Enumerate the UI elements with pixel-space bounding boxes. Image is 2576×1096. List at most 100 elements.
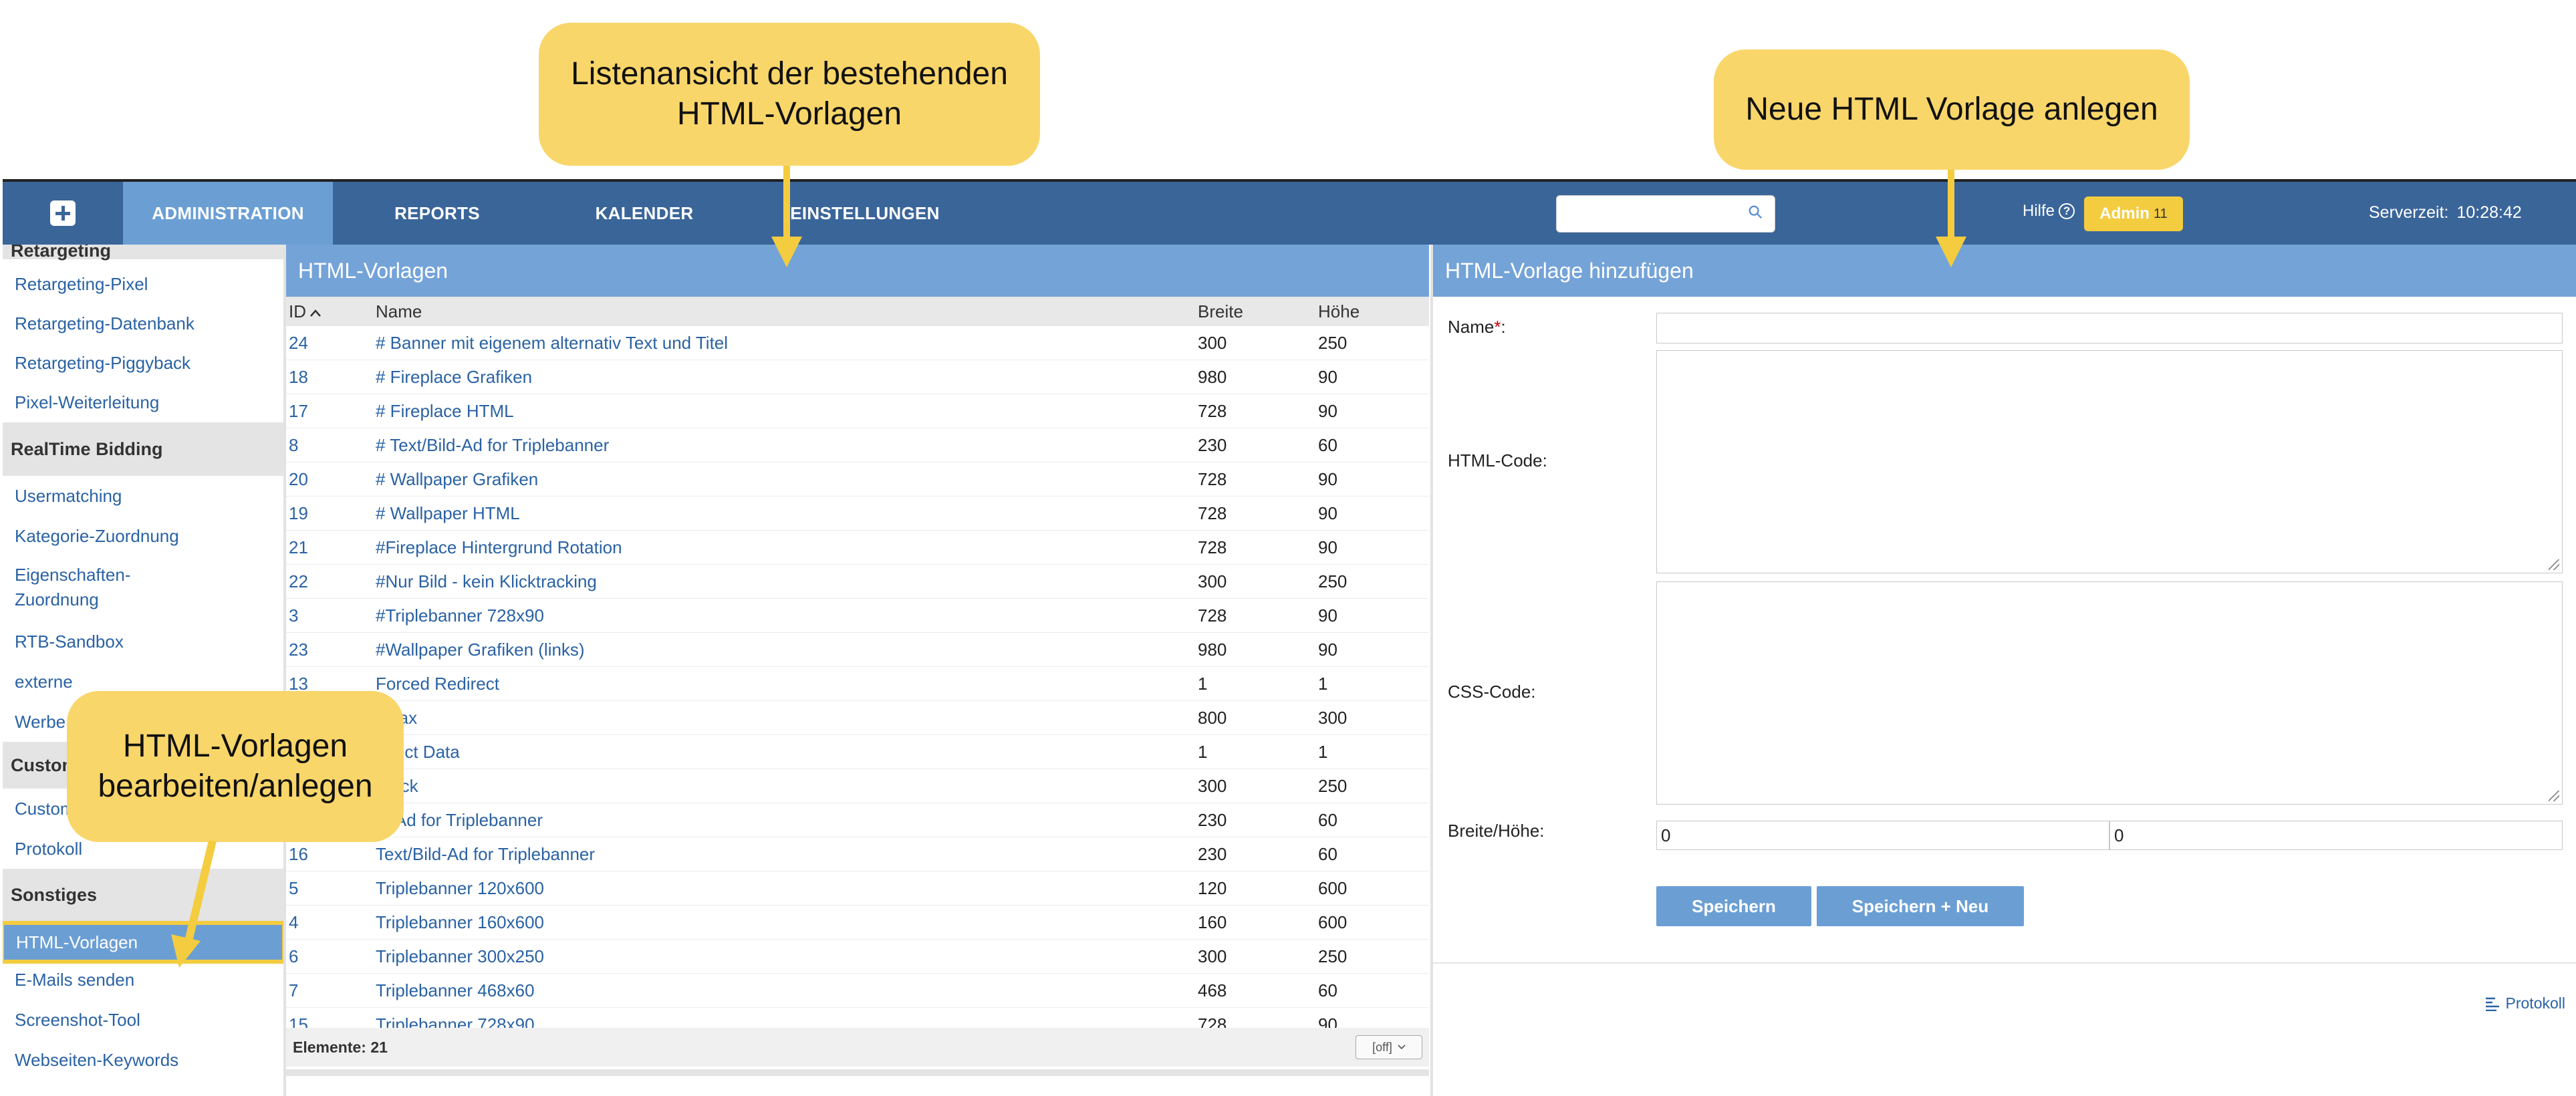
user-badge[interactable]: Admin 11	[2084, 196, 2183, 231]
table-row[interactable]: 4 Triplebanner 160x600 160 600	[286, 906, 1429, 940]
nav-einstellungen[interactable]: EINSTELLUNGEN	[778, 182, 952, 245]
cell-id[interactable]: 18	[286, 367, 376, 388]
table-row[interactable]: direct Data 1 1	[286, 735, 1429, 769]
table-row[interactable]: 3 #Triplebanner 728x90 728 90	[286, 599, 1429, 633]
cell-name[interactable]: rallax	[376, 708, 1198, 728]
nav-reports[interactable]: REPORTS	[357, 182, 517, 245]
sidebar-item-retargeting-piggyback[interactable]: Retargeting-Piggyback	[3, 344, 283, 383]
cell-name[interactable]: direct Data	[376, 742, 1198, 763]
table-row[interactable]: 17 # Fireplace HTML 728 90	[286, 394, 1429, 428]
table-row[interactable]: 8 # Text/Bild-Ad for Triplebanner 230 60	[286, 428, 1429, 462]
sidebar-item-usermatching[interactable]: Usermatching	[3, 476, 283, 516]
cell-id[interactable]: 23	[286, 640, 376, 660]
cell-name[interactable]: #Nur Bild - kein Klicktracking	[376, 571, 1198, 592]
search-input[interactable]	[1556, 195, 1775, 233]
table-row[interactable]: xt-Ad for Triplebanner 230 60	[286, 803, 1429, 837]
protokoll-link[interactable]: Protokoll	[2484, 994, 2565, 1012]
cell-name[interactable]: # Wallpaper Grafiken	[376, 469, 1198, 490]
pagination-select[interactable]: [off]	[1356, 1035, 1422, 1059]
cell-name[interactable]: #Triplebanner 728x90	[376, 605, 1198, 626]
name-input[interactable]	[1656, 313, 2563, 344]
table-row[interactable]: 13 Forced Redirect 1 1	[286, 667, 1429, 701]
cell-name[interactable]: Triplebanner 300x250	[376, 946, 1198, 967]
column-header-hoehe[interactable]: Höhe	[1318, 301, 1425, 322]
sidebar-item-screenshot-tool[interactable]: Screenshot-Tool	[3, 1000, 283, 1040]
cell-breite: 800	[1198, 707, 1227, 728]
cell-id[interactable]: 4	[286, 912, 376, 933]
help-link[interactable]: Hilfe ?	[2023, 202, 2075, 221]
nav-kalender[interactable]: KALENDER	[564, 182, 725, 245]
form-divider	[1433, 962, 2576, 964]
save-button[interactable]: Speichern	[1656, 886, 1811, 926]
table-row[interactable]: 5 Triplebanner 120x600 120 600	[286, 871, 1429, 906]
search-icon[interactable]	[1748, 204, 1763, 219]
sidebar-item-pixel-weiterleitung[interactable]: Pixel-Weiterleitung	[3, 383, 283, 422]
table-row[interactable]: 23 #Wallpaper Grafiken (links) 980 90	[286, 633, 1429, 667]
column-header-id[interactable]: ID	[286, 301, 376, 322]
table-row[interactable]: 16 Text/Bild-Ad for Triplebanner 230 60	[286, 837, 1429, 871]
table-row[interactable]: 19 # Wallpaper HTML 728 90	[286, 497, 1429, 531]
table-row[interactable]: 20 # Wallpaper Grafiken 728 90	[286, 462, 1429, 497]
table-row[interactable]: 22 #Nur Bild - kein Klicktracking 300 250	[286, 565, 1429, 599]
cell-breite: 980	[1198, 366, 1227, 387]
add-button[interactable]	[3, 182, 123, 245]
cell-id[interactable]: 16	[286, 844, 376, 865]
server-time-value: 10:28:42	[2456, 203, 2522, 222]
sidebar-item-webseiten-keywords[interactable]: Webseiten-Keywords	[3, 1040, 283, 1080]
cell-name[interactable]: # Fireplace HTML	[376, 401, 1198, 422]
sidebar-item-retargeting-pixel[interactable]: Retargeting-Pixel	[3, 265, 283, 304]
css-code-textarea[interactable]	[1656, 581, 2563, 805]
list-panel-title: HTML-Vorlagen	[286, 245, 1429, 297]
cell-name[interactable]: # Wallpaper HTML	[376, 503, 1198, 524]
column-header-name[interactable]: Name	[376, 301, 1198, 322]
cell-id[interactable]: 7	[286, 980, 376, 1001]
server-time: Serverzeit: 10:28:42	[2369, 203, 2530, 223]
cell-name[interactable]: Triplebanner 160x600	[376, 912, 1198, 933]
sidebar-item-emails-senden[interactable]: E-Mails senden	[3, 960, 283, 1000]
cell-name[interactable]: Triplebanner 120x600	[376, 878, 1198, 899]
table-row[interactable]: 21 #Fireplace Hintergrund Rotation 728 90	[286, 531, 1429, 565]
cell-name[interactable]: eKick	[376, 776, 1198, 797]
height-input[interactable]: 0	[2109, 821, 2563, 850]
css-code-label: CSS-Code:	[1448, 682, 1536, 702]
width-input[interactable]: 0	[1656, 821, 2109, 850]
cell-id[interactable]: 19	[286, 503, 376, 524]
table-row[interactable]: rallax800 300	[286, 701, 1429, 735]
cell-id[interactable]: 6	[286, 946, 376, 967]
table-row[interactable]: 6 Triplebanner 300x250 300 250	[286, 940, 1429, 974]
sidebar-item-eigenschaften-zuordnung[interactable]: Eigenschaften-Zuordnung	[3, 556, 170, 622]
cell-name[interactable]: # Banner mit eigenem alternativ Text und…	[376, 333, 1198, 354]
size-label: Breite/Höhe:	[1448, 821, 1545, 841]
sidebar-item-kategorie-zuordnung[interactable]: Kategorie-Zuordnung	[3, 516, 283, 556]
cell-hoehe: 250	[1318, 332, 1347, 353]
html-code-textarea[interactable]	[1656, 350, 2563, 573]
cell-name[interactable]: # Text/Bild-Ad for Triplebanner	[376, 435, 1198, 456]
column-header-breite[interactable]: Breite	[1198, 301, 1318, 322]
sidebar-section-sonstiges: Sonstiges	[3, 869, 283, 921]
cell-id[interactable]: 22	[286, 571, 376, 592]
cell-id[interactable]: 8	[286, 435, 376, 456]
table-row[interactable]: 24 # Banner mit eigenem alternativ Text u…	[286, 326, 1429, 360]
cell-hoehe: 600	[1318, 877, 1347, 898]
cell-name[interactable]: # Fireplace Grafiken	[376, 367, 1198, 388]
cell-name[interactable]: Triplebanner 468x60	[376, 980, 1198, 1001]
cell-name[interactable]: #Fireplace Hintergrund Rotation	[376, 537, 1198, 558]
sidebar-item-html-vorlagen[interactable]: HTML-Vorlagen	[3, 921, 283, 964]
table-row[interactable]: 18 # Fireplace Grafiken 980 90	[286, 360, 1429, 394]
sidebar-item-retargeting-datenbank[interactable]: Retargeting-Datenbank	[3, 304, 283, 344]
cell-id[interactable]: 5	[286, 878, 376, 899]
cell-id[interactable]: 17	[286, 401, 376, 422]
sidebar-item-rtb-sandbox[interactable]: RTB-Sandbox	[3, 622, 283, 662]
table-row[interactable]: eKick300 250	[286, 769, 1429, 803]
save-and-new-button[interactable]: Speichern + Neu	[1817, 886, 2024, 926]
nav-administration[interactable]: ADMINISTRATION	[123, 182, 333, 245]
cell-id[interactable]: 24	[286, 333, 376, 354]
table-row[interactable]: 7 Triplebanner 468x60 468 60	[286, 974, 1429, 1008]
cell-name[interactable]: #Wallpaper Grafiken (links)	[376, 640, 1198, 660]
cell-name[interactable]: Text/Bild-Ad for Triplebanner	[376, 844, 1198, 865]
cell-name[interactable]: Forced Redirect	[376, 674, 1198, 694]
cell-name[interactable]: xt-Ad for Triplebanner	[376, 810, 1198, 831]
cell-id[interactable]: 3	[286, 605, 376, 626]
cell-id[interactable]: 21	[286, 537, 376, 558]
cell-id[interactable]: 20	[286, 469, 376, 490]
